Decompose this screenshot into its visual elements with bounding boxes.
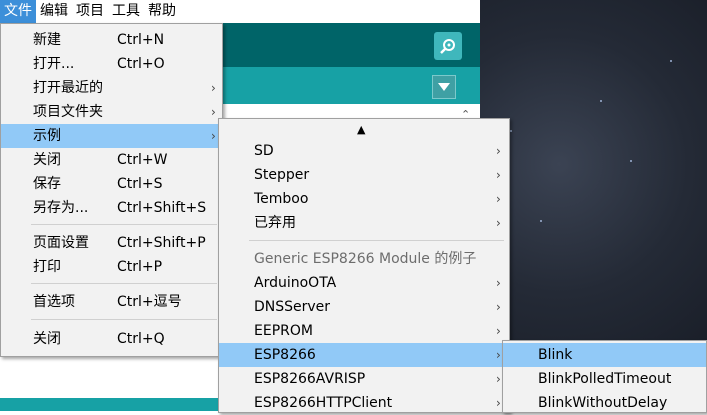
menu-item-temboo[interactable]: Temboo › [219,187,509,211]
menu-edit[interactable]: 编辑 [36,0,72,23]
menu-item-arduinoota[interactable]: ArduinoOTA › [219,271,509,295]
chevron-right-icon: › [496,192,501,206]
menu-item-esp8266[interactable]: ESP8266 › [219,343,509,367]
chevron-right-icon: › [496,216,501,230]
menu-item-new[interactable]: 新建 Ctrl+N [1,28,222,52]
chevron-right-icon: › [211,81,216,95]
menu-item-blink[interactable]: Blink [503,343,706,367]
menu-separator [31,283,217,284]
chevron-right-icon: › [496,372,501,386]
menu-item-open[interactable]: 打开... Ctrl+O [1,52,222,76]
menu-item-print[interactable]: 打印 Ctrl+P [1,255,222,279]
file-menu: 新建 Ctrl+N 打开... Ctrl+O 打开最近的 › 项目文件夹 › 示例 › 关… [0,23,223,357]
esp8266-examples-menu: Blink BlinkPolledTimeout BlinkWithoutDel… [502,340,707,413]
menu-item-save[interactable]: 保存 Ctrl+S [1,172,222,196]
magnifier-icon [440,39,455,54]
chevron-right-icon: › [496,300,501,314]
chevron-right-icon: › [211,129,216,143]
chevron-right-icon: › [211,105,216,119]
menu-separator [31,319,217,320]
menu-section-header: Generic ESP8266 Module 的例子 [254,251,477,267]
menu-item-quit[interactable]: 关闭 Ctrl+Q [1,327,222,351]
menu-separator [31,224,217,225]
menu-item-sketchbook[interactable]: 项目文件夹 › [1,100,222,124]
menu-item-deprecated[interactable]: 已弃用 › [219,211,509,235]
menu-separator [249,240,504,241]
triangle-down-icon [438,83,450,91]
chevron-right-icon: › [496,144,501,158]
menu-item-blink-without-delay[interactable]: BlinkWithoutDelay [503,391,706,415]
menu-item-dnsserver[interactable]: DNSServer › [219,295,509,319]
menu-item-close[interactable]: 关闭 Ctrl+W [1,148,222,172]
menu-tools[interactable]: 工具 [108,0,144,23]
chevron-right-icon: › [496,276,501,290]
menu-help[interactable]: 帮助 [144,0,180,23]
tab-menu-button[interactable] [432,75,456,99]
menu-item-page-setup[interactable]: 页面设置 Ctrl+Shift+P [1,231,222,255]
menu-sketch[interactable]: 项目 [72,0,108,23]
examples-menu: ▲ SD › Stepper › Temboo › 已弃用 › Generic ESP8… [218,118,510,413]
menu-file[interactable]: 文件 [0,0,36,23]
menu-item-esp8266httpclient[interactable]: ESP8266HTTPClient › [219,391,509,415]
chevron-right-icon: › [496,348,501,362]
chevron-right-icon: › [496,324,501,338]
menubar: 文件 编辑 项目 工具 帮助 [0,0,480,23]
menu-item-stepper[interactable]: Stepper › [219,163,509,187]
chevron-right-icon: › [496,396,501,410]
menu-item-save-as[interactable]: 另存为... Ctrl+Shift+S [1,196,222,220]
menu-item-examples[interactable]: 示例 › [1,124,222,148]
serial-monitor-button[interactable] [434,32,462,60]
menu-item-blink-polled-timeout[interactable]: BlinkPolledTimeout [503,367,706,391]
scroll-up-arrow-icon[interactable]: ▲ [357,123,365,136]
menu-item-sd[interactable]: SD › [219,139,509,163]
chevron-right-icon: › [496,168,501,182]
menu-item-open-recent[interactable]: 打开最近的 › [1,76,222,100]
menu-item-esp8266avrisp[interactable]: ESP8266AVRISP › [219,367,509,391]
menu-item-eeprom[interactable]: EEPROM › [219,319,509,343]
menu-item-preferences[interactable]: 首选项 Ctrl+逗号 [1,290,222,314]
